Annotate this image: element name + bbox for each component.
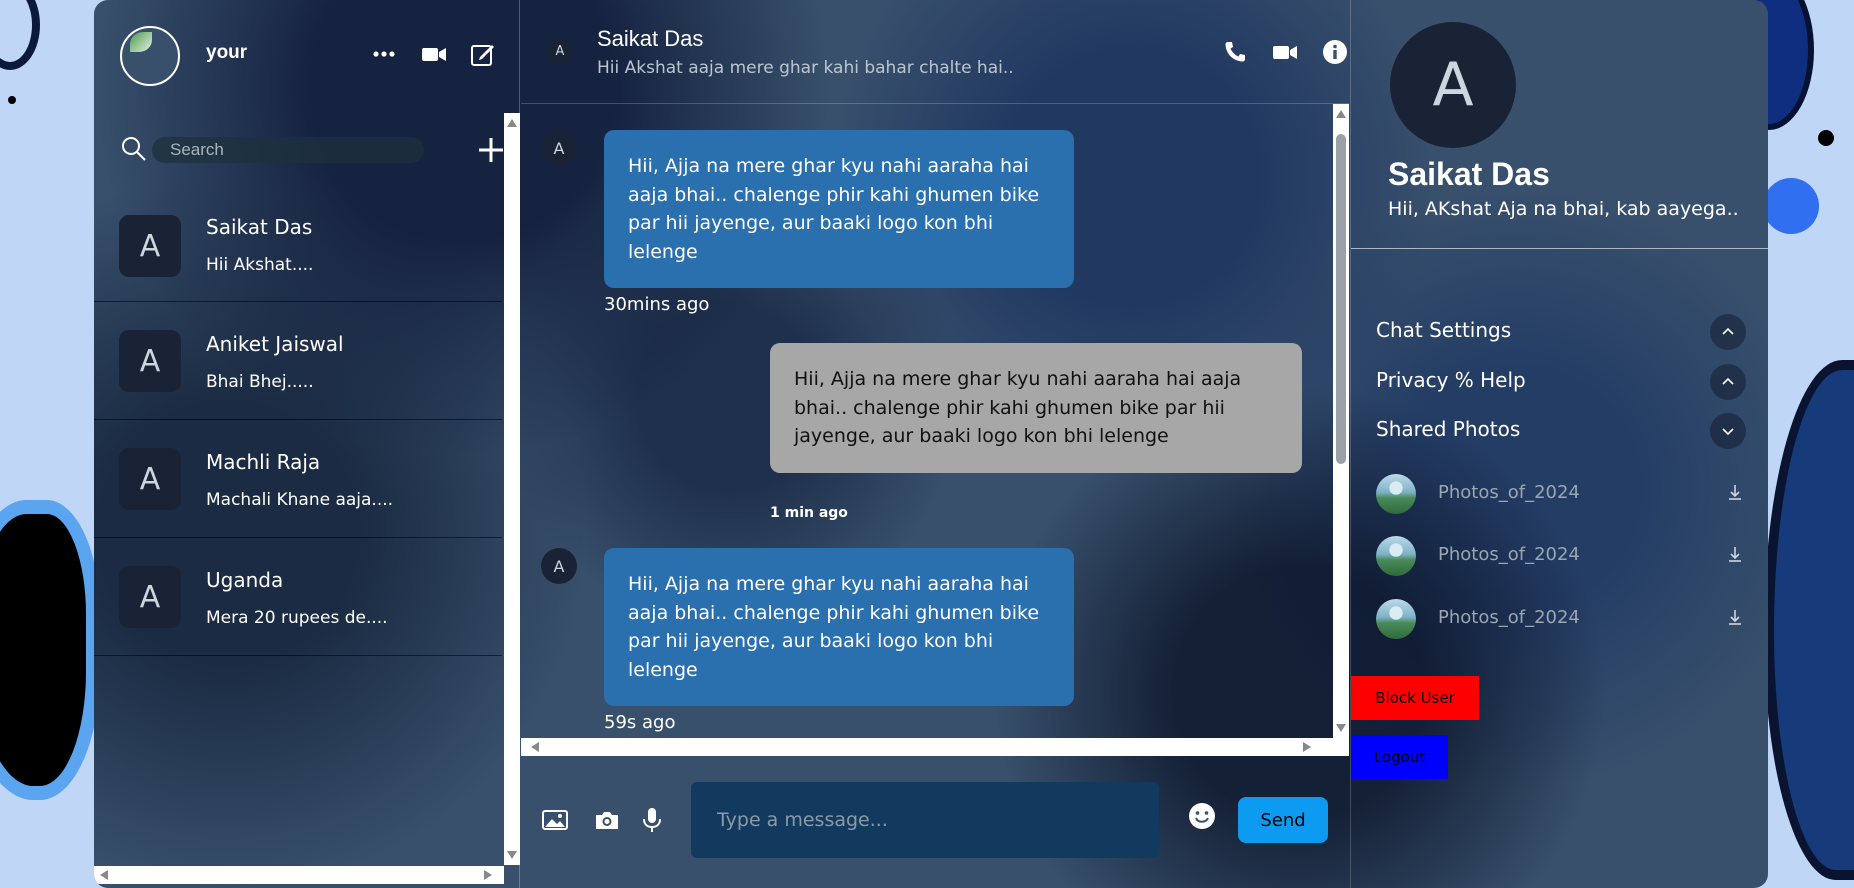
logout-button[interactable]: Logout xyxy=(1351,735,1448,779)
photo-thumbnail xyxy=(1376,474,1416,514)
details-panel: A Saikat Das Hii, AKshat Aja na bhai, ka… xyxy=(1350,0,1768,888)
photo-thumbnail xyxy=(1376,536,1416,576)
message-composer: Send xyxy=(521,758,1349,888)
shared-photo-item[interactable]: Photos_of_2024 xyxy=(1376,599,1746,639)
conversation-list: A Saikat Das Hii Akshat.... A Aniket Jai… xyxy=(94,205,502,656)
message-bubble-incoming: Hii, Ajja na mere ghar kyu nahi aaraha h… xyxy=(604,130,1074,288)
background-dot xyxy=(1818,130,1834,146)
search-bar xyxy=(120,135,522,165)
download-icon[interactable] xyxy=(1724,607,1746,629)
message-bubble-outgoing: Hii, Ajja na mere ghar kyu nahi aaraha h… xyxy=(770,343,1302,473)
message-timestamp: 1 min ago xyxy=(770,505,848,521)
avatar: A xyxy=(119,215,181,277)
message-input[interactable] xyxy=(691,782,1159,858)
info-icon[interactable] xyxy=(1321,38,1349,66)
video-icon[interactable] xyxy=(1271,38,1299,66)
background-dot xyxy=(1763,178,1819,234)
contact-name: Saikat Das xyxy=(1388,156,1550,192)
more-icon[interactable] xyxy=(370,40,398,68)
avatar: A xyxy=(541,130,577,166)
chat-panel: A Saikat Das Hii Akshat aaja mere ghar k… xyxy=(521,0,1349,888)
username: your xyxy=(206,42,248,63)
conversation-item[interactable]: A Uganda Mera 20 rupees de.... xyxy=(94,538,502,656)
message-bubble-incoming: Hii, Ajja na mere ghar kyu nahi aaraha h… xyxy=(604,548,1074,706)
compose-icon[interactable] xyxy=(469,40,497,68)
image-icon[interactable] xyxy=(541,806,569,834)
divider xyxy=(1351,248,1768,249)
option-shared-photos[interactable]: Shared Photos xyxy=(1376,413,1746,449)
chevron-up-icon[interactable] xyxy=(1710,314,1746,350)
option-label: Chat Settings xyxy=(1376,318,1512,342)
shared-photo-item[interactable]: Photos_of_2024 xyxy=(1376,536,1746,576)
avatar: A xyxy=(119,566,181,628)
contact-name: Saikat Das xyxy=(597,26,704,51)
chevron-down-icon[interactable] xyxy=(1710,413,1746,449)
message-list: A Hii, Ajja na mere ghar kyu nahi aaraha… xyxy=(521,104,1333,738)
send-button[interactable]: Send xyxy=(1238,797,1328,843)
shared-photo-item[interactable]: Photos_of_2024 xyxy=(1376,474,1746,514)
conversation-item[interactable]: A Saikat Das Hii Akshat.... xyxy=(94,205,502,302)
user-avatar[interactable] xyxy=(120,26,180,86)
conversation-preview: Bhai Bhej..... xyxy=(206,372,314,392)
photo-name: Photos_of_2024 xyxy=(1438,544,1580,565)
background-blob xyxy=(0,500,100,800)
background-blob xyxy=(1764,360,1854,880)
photo-name: Photos_of_2024 xyxy=(1438,607,1580,628)
avatar: A xyxy=(119,448,181,510)
plus-icon[interactable] xyxy=(476,135,506,165)
background-blob xyxy=(0,0,40,70)
background-dot xyxy=(8,96,16,104)
option-privacy-help[interactable]: Privacy % Help xyxy=(1376,364,1746,400)
download-icon[interactable] xyxy=(1724,482,1746,504)
sidebar: your A Saikat Das Hii Aks xyxy=(94,0,520,888)
chat-vertical-scrollbar[interactable] xyxy=(1333,104,1349,738)
block-user-button[interactable]: Block User xyxy=(1351,676,1479,720)
option-label: Shared Photos xyxy=(1376,417,1521,441)
chat-app: your A Saikat Das Hii Aks xyxy=(94,0,1768,888)
chat-horizontal-scrollbar[interactable] xyxy=(521,738,1349,756)
chevron-up-icon[interactable] xyxy=(1710,364,1746,400)
avatar: A xyxy=(547,38,573,64)
chat-header: A Saikat Das Hii Akshat aaja mere ghar k… xyxy=(521,0,1349,104)
search-icon xyxy=(120,135,148,163)
sidebar-vertical-scrollbar[interactable] xyxy=(504,113,520,865)
camera-icon[interactable] xyxy=(593,806,621,834)
conversation-preview: Mera 20 rupees de.... xyxy=(206,608,388,628)
conversation-item[interactable]: A Aniket Jaiswal Bhai Bhej..... xyxy=(94,302,502,420)
avatar: A xyxy=(119,330,181,392)
conversation-name: Aniket Jaiswal xyxy=(206,332,344,356)
phone-icon[interactable] xyxy=(1221,38,1249,66)
emoji-icon[interactable] xyxy=(1188,802,1216,830)
sidebar-horizontal-scrollbar[interactable] xyxy=(94,866,504,884)
photo-name: Photos_of_2024 xyxy=(1438,482,1580,503)
video-icon[interactable] xyxy=(420,40,448,68)
contact-status: Hii, AKshat Aja na bhai, kab aayega.. xyxy=(1388,198,1739,220)
option-chat-settings[interactable]: Chat Settings xyxy=(1376,314,1746,350)
conversation-preview: Hii Akshat.... xyxy=(206,255,314,275)
message-timestamp: 59s ago xyxy=(604,712,676,733)
conversation-item[interactable]: A Machli Raja Machali Khane aaja.... xyxy=(94,420,502,538)
download-icon[interactable] xyxy=(1724,544,1746,566)
conversation-preview: Machali Khane aaja.... xyxy=(206,490,394,510)
option-label: Privacy % Help xyxy=(1376,368,1526,392)
conversation-name: Uganda xyxy=(206,568,284,592)
avatar: A xyxy=(1390,22,1516,148)
photo-thumbnail xyxy=(1376,599,1416,639)
microphone-icon[interactable] xyxy=(638,806,666,834)
contact-status: Hii Akshat aaja mere ghar kahi bahar cha… xyxy=(597,58,1014,78)
conversation-name: Machli Raja xyxy=(206,450,321,474)
search-input[interactable] xyxy=(152,137,424,163)
sidebar-header: your xyxy=(94,0,520,110)
conversation-name: Saikat Das xyxy=(206,215,313,239)
avatar: A xyxy=(541,548,577,584)
message-timestamp: 30mins ago xyxy=(604,294,710,315)
